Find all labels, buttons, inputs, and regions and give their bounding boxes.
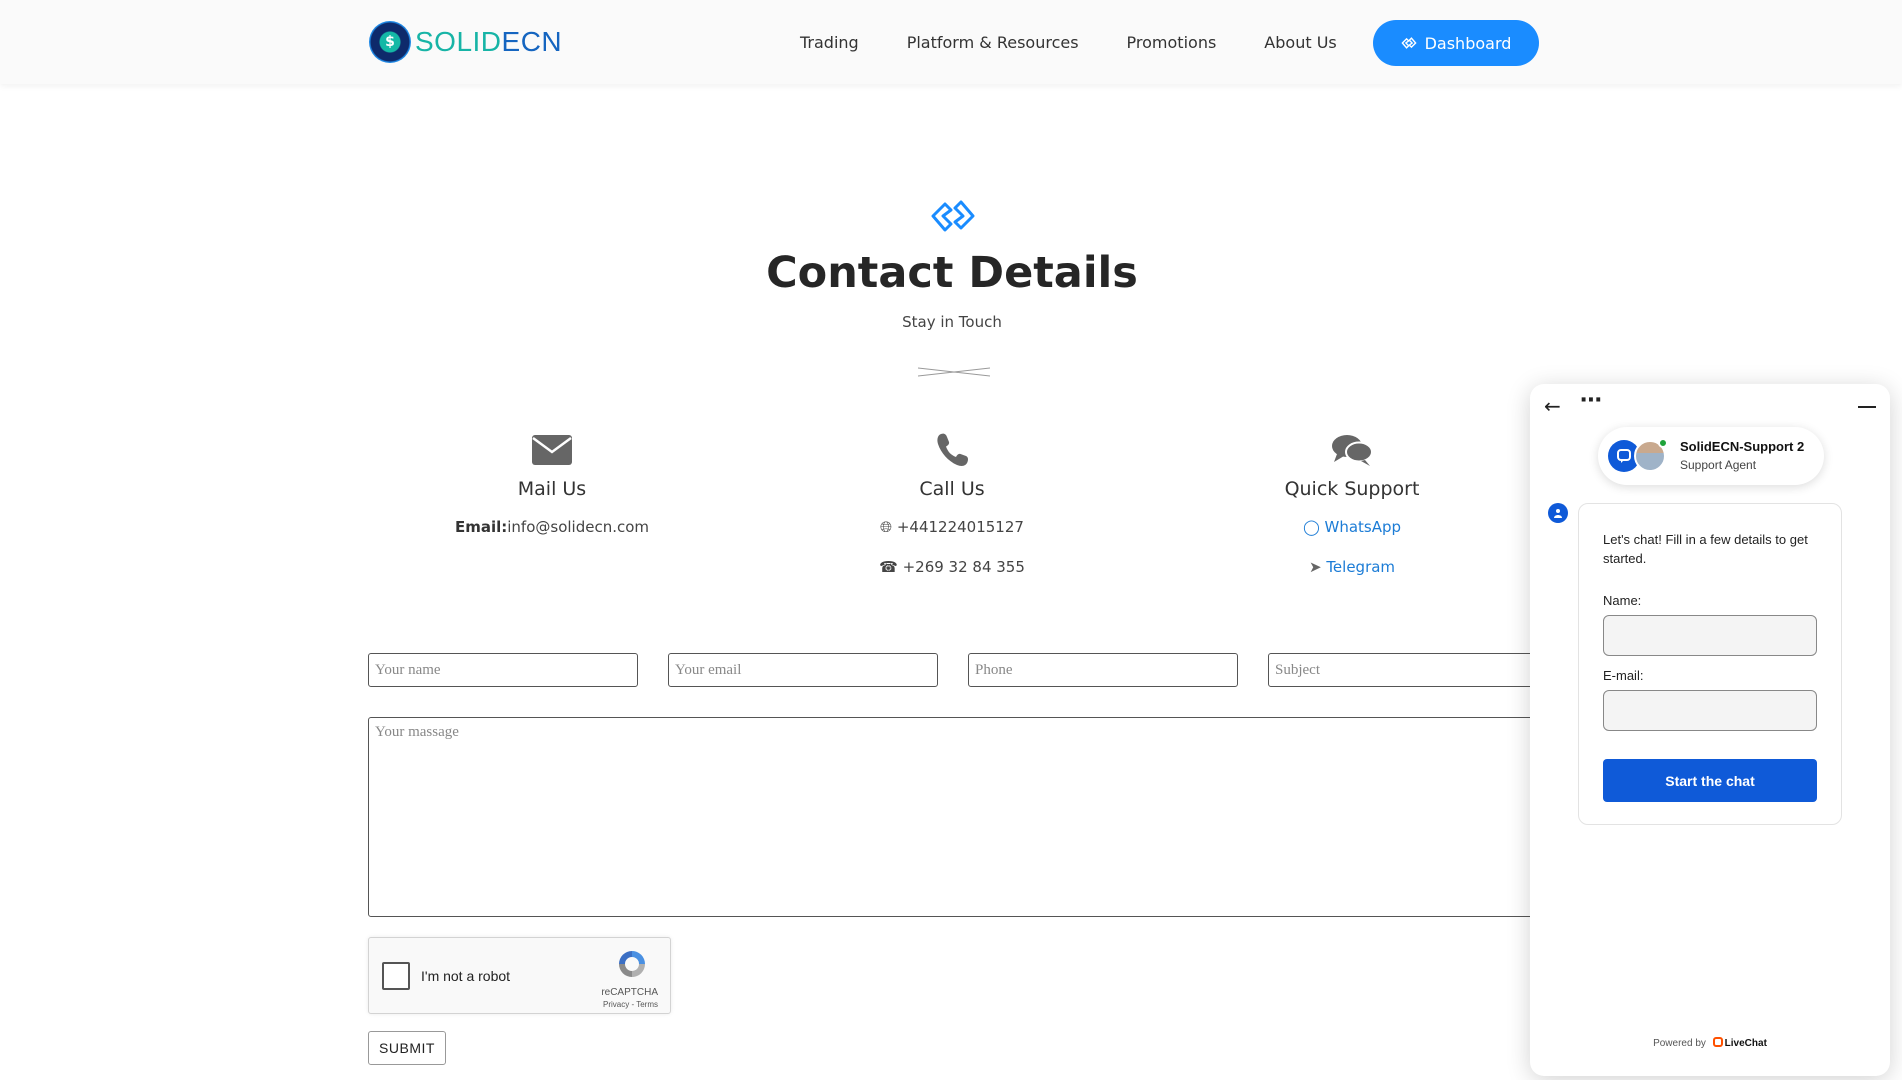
email-input[interactable] — [668, 653, 938, 687]
telegram-link[interactable]: Telegram — [1326, 558, 1395, 576]
phone-number-1[interactable]: +441224015127 — [897, 518, 1024, 536]
whatsapp-line: ◯ WhatsApp — [1192, 518, 1512, 540]
email-address[interactable]: info@solidecn.com — [507, 518, 649, 536]
page-title: Contact Details — [766, 248, 1138, 298]
support-title: Quick Support — [1284, 478, 1420, 500]
phone-line-2: ☎︎ +269 32 84 355 — [792, 558, 1112, 580]
call-title: Call Us — [919, 478, 985, 500]
email-label: Email: — [454, 518, 508, 536]
nav-about-us[interactable]: About Us — [1264, 33, 1336, 52]
nav-promotions[interactable]: Promotions — [1127, 33, 1217, 52]
recaptcha-terms[interactable]: Privacy - Terms — [603, 1000, 658, 1009]
site-logo[interactable]: $ SOLIDECN — [369, 21, 562, 63]
whatsapp-icon: ◯ — [1302, 518, 1320, 536]
start-chat-button[interactable]: Start the chat — [1603, 759, 1817, 802]
chat-name-input[interactable] — [1603, 615, 1817, 656]
minimize-icon[interactable] — [1858, 406, 1876, 408]
name-input[interactable] — [368, 653, 638, 687]
recaptcha-label: I'm not a robot — [421, 968, 511, 984]
chat-email-input[interactable] — [1603, 690, 1817, 731]
submit-button[interactable]: SUBMIT — [368, 1031, 446, 1065]
logo-badge-icon: $ — [369, 21, 411, 63]
dashboard-button[interactable]: Dashboard — [1373, 20, 1539, 66]
logo-text: SOLIDECN — [415, 26, 563, 57]
recaptcha-brand: reCAPTCHA — [601, 987, 658, 998]
powered-brand: LiveChat — [1724, 1038, 1767, 1049]
small-phone-icon: ☎︎ — [879, 558, 898, 576]
telegram-line: ➤ Telegram — [1192, 558, 1512, 580]
livechat-widget: ← ⋯ SolidECN-Support 2 Support Agent Let… — [1530, 384, 1890, 1076]
nav-trading[interactable]: Trading — [800, 33, 859, 52]
livechat-icon — [1712, 1037, 1723, 1047]
phone-icon — [937, 433, 968, 466]
agent-role: Support Agent — [1680, 458, 1757, 472]
powered-prefix: Powered by — [1653, 1038, 1706, 1049]
main-nav: Trading Platform & Resources Promotions … — [800, 0, 1337, 84]
chat-bubbles-icon — [1332, 435, 1373, 466]
phone-number-2[interactable]: +269 32 84 355 — [903, 558, 1025, 576]
mail-line: Email:info@solidecn.com — [392, 518, 712, 540]
message-input[interactable] — [368, 717, 1548, 917]
subject-input[interactable] — [1268, 653, 1538, 687]
contact-mail: Mail Us Email:info@solidecn.com — [392, 430, 712, 540]
recaptcha-checkbox[interactable] — [382, 962, 410, 990]
globe-icon: 🌐︎ — [880, 518, 893, 536]
chat-name-label: Name: — [1603, 593, 1642, 608]
user-icon — [1548, 503, 1568, 523]
agent-card: SolidECN-Support 2 Support Agent — [1598, 427, 1824, 485]
nav-platform-resources[interactable]: Platform & Resources — [907, 33, 1079, 52]
section-diamond-icon — [931, 200, 975, 232]
telegram-icon: ➤ — [1308, 558, 1322, 576]
contact-call: Call Us 🌐︎ +441224015127 ☎︎ +269 32 84 3… — [792, 430, 1112, 580]
chat-intro: Let's chat! Fill in a few details to get… — [1603, 532, 1808, 566]
back-arrow-icon[interactable]: ← — [1544, 394, 1561, 418]
phone-input[interactable] — [968, 653, 1238, 687]
page-subtitle: Stay in Touch — [902, 313, 1002, 331]
mail-icon — [532, 435, 572, 465]
divider-ornament — [918, 367, 990, 377]
recaptcha-widget: I'm not a robot reCAPTCHA Privacy - Term… — [368, 937, 671, 1014]
recaptcha-icon — [619, 951, 645, 977]
online-status-icon — [1658, 438, 1668, 448]
site-header: $ SOLIDECN Trading Platform & Resources … — [0, 0, 1902, 84]
prechat-form: Let's chat! Fill in a few details to get… — [1578, 503, 1842, 825]
agent-name: SolidECN-Support 2 — [1680, 439, 1805, 454]
contact-support: Quick Support ◯ WhatsApp ➤ Telegram — [1192, 430, 1512, 580]
chat-email-label: E-mail: — [1603, 668, 1644, 683]
mail-title: Mail Us — [517, 478, 587, 500]
more-icon[interactable]: ⋯ — [1580, 388, 1603, 413]
phone-line-1: 🌐︎ +441224015127 — [792, 518, 1112, 540]
dashboard-label: Dashboard — [1424, 33, 1512, 53]
dashboard-icon — [1401, 37, 1417, 49]
whatsapp-link[interactable]: WhatsApp — [1325, 518, 1402, 536]
powered-by[interactable]: Powered by LiveChat — [1530, 1037, 1890, 1049]
